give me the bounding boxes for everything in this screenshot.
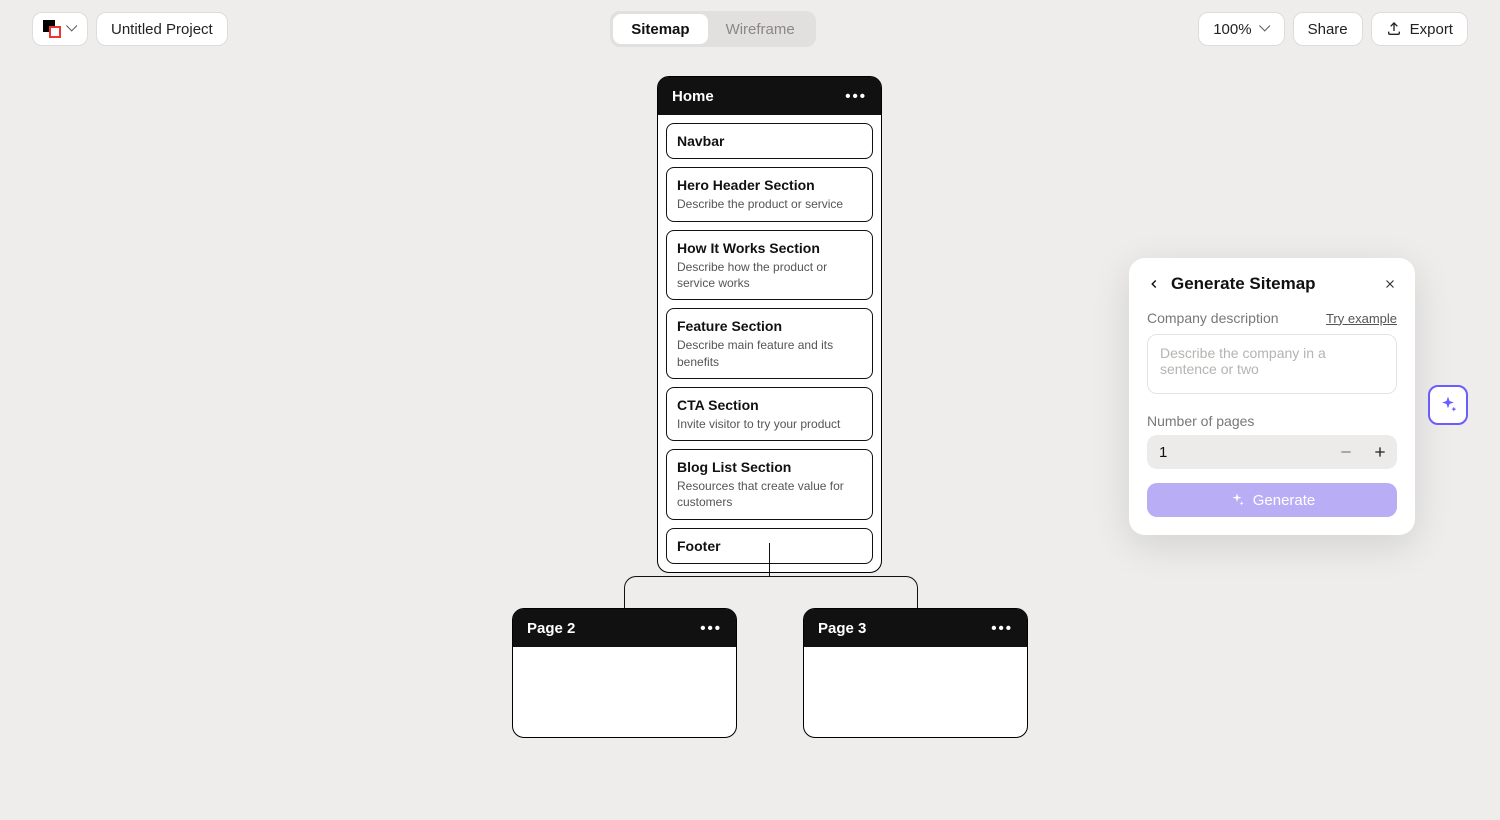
node-menu-button[interactable]: ••• [845, 88, 867, 105]
project-name: Untitled Project [111, 21, 213, 38]
section-desc: Describe how the product or service work… [677, 259, 862, 291]
section-card[interactable]: Hero Header Section Describe the product… [666, 167, 873, 221]
sitemap-node-home[interactable]: Home ••• Navbar Hero Header Section Desc… [657, 76, 882, 573]
section-title: Navbar [677, 132, 862, 150]
section-title: Feature Section [677, 317, 862, 335]
export-label: Export [1410, 21, 1453, 38]
company-desc-label: Company description [1147, 310, 1279, 326]
try-example-link[interactable]: Try example [1326, 311, 1397, 326]
section-card[interactable]: Feature Section Describe main feature an… [666, 308, 873, 379]
section-card[interactable]: Navbar [666, 123, 873, 159]
section-desc: Describe the product or service [677, 196, 862, 212]
section-title: Blog List Section [677, 458, 862, 476]
tab-sitemap[interactable]: Sitemap [613, 14, 707, 44]
zoom-button[interactable]: 100% [1198, 12, 1284, 46]
sitemap-node-page2[interactable]: Page 2 ••• [512, 608, 737, 738]
tree-connector [769, 543, 770, 576]
back-icon[interactable] [1147, 277, 1161, 291]
section-desc: Resources that create value for customer… [677, 478, 862, 510]
plus-icon [1372, 444, 1388, 460]
generate-label: Generate [1253, 492, 1316, 509]
chevron-down-icon [67, 24, 77, 34]
pages-decrement-button[interactable] [1329, 435, 1363, 469]
generate-button[interactable]: Generate [1147, 483, 1397, 517]
pages-label: Number of pages [1147, 413, 1397, 429]
export-button[interactable]: Export [1371, 12, 1468, 46]
app-menu-button[interactable] [32, 12, 88, 46]
section-desc: Invite visitor to try your product [677, 416, 862, 432]
ai-assistant-button[interactable] [1428, 385, 1468, 425]
view-mode-toggle: Sitemap Wireframe [610, 11, 816, 47]
section-title: CTA Section [677, 396, 862, 414]
section-title: Hero Header Section [677, 176, 862, 194]
node-menu-button[interactable]: ••• [991, 620, 1013, 637]
company-description-input[interactable] [1147, 334, 1397, 394]
node-title: Page 3 [818, 620, 866, 637]
chevron-down-icon [1260, 24, 1270, 34]
minus-icon [1338, 444, 1354, 460]
section-card[interactable]: CTA Section Invite visitor to try your p… [666, 387, 873, 441]
pages-value: 1 [1147, 444, 1329, 461]
node-title: Home [672, 88, 714, 105]
panel-title: Generate Sitemap [1171, 274, 1373, 294]
export-icon [1386, 21, 1402, 37]
sitemap-node-page3[interactable]: Page 3 ••• [803, 608, 1028, 738]
section-title: How It Works Section [677, 239, 862, 257]
node-title: Page 2 [527, 620, 575, 637]
section-desc: Describe main feature and its benefits [677, 337, 862, 369]
node-menu-button[interactable]: ••• [700, 620, 722, 637]
app-logo-icon [43, 20, 61, 38]
project-name-button[interactable]: Untitled Project [96, 12, 228, 46]
pages-stepper: 1 [1147, 435, 1397, 469]
sparkle-icon [1229, 492, 1245, 508]
generate-sitemap-panel: Generate Sitemap Company description Try… [1129, 258, 1415, 535]
pages-increment-button[interactable] [1363, 435, 1397, 469]
tree-connector [624, 576, 918, 608]
section-card[interactable]: Blog List Section Resources that create … [666, 449, 873, 520]
tab-wireframe[interactable]: Wireframe [708, 14, 813, 44]
sparkle-icon [1438, 395, 1458, 415]
share-button[interactable]: Share [1293, 12, 1363, 46]
section-card[interactable]: How It Works Section Describe how the pr… [666, 230, 873, 301]
close-icon[interactable] [1383, 277, 1397, 291]
zoom-value: 100% [1213, 21, 1251, 38]
